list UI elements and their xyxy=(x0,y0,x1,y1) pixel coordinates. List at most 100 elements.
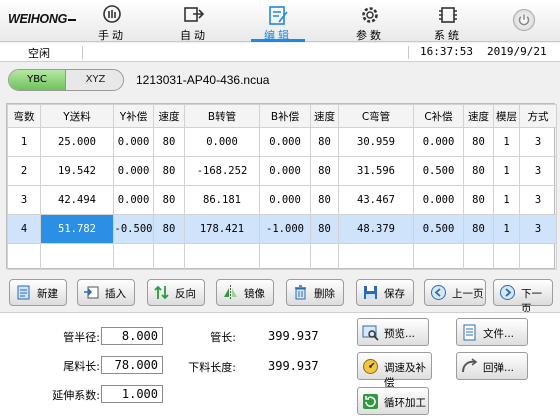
speed-gauge-icon xyxy=(363,359,378,374)
button-label: 循环加工 xyxy=(384,397,426,409)
table-row[interactable]: 1 25.000 0.000 80 0.000 0.000 80 30.959 … xyxy=(7,127,557,157)
table-cell[interactable]: 80 xyxy=(153,127,185,157)
insert-icon xyxy=(84,286,99,299)
table-cell[interactable]: 80 xyxy=(153,156,185,186)
table-cell[interactable]: 4 xyxy=(7,214,41,244)
mode-option-ybc[interactable]: YBC xyxy=(9,70,66,90)
table-cell[interactable]: 31.596 xyxy=(338,156,414,186)
speed-compensation-button[interactable]: 调速及补偿 xyxy=(357,352,432,389)
table-cell[interactable]: 48.379 xyxy=(338,214,414,244)
nav-tab-auto[interactable]: 自动 xyxy=(159,0,229,42)
table-cell[interactable]: 19.542 xyxy=(40,156,114,186)
table-cell[interactable]: 80 xyxy=(463,214,494,244)
divider xyxy=(408,46,409,59)
new-button[interactable]: 新建 xyxy=(9,279,67,306)
nav-tab-params[interactable]: 参数 xyxy=(335,0,405,42)
edit-icon xyxy=(269,6,288,25)
table-cell[interactable]: 25.000 xyxy=(40,127,114,157)
table-cell[interactable]: 0.000 xyxy=(413,185,464,215)
table-cell[interactable]: 80 xyxy=(310,214,339,244)
table-cell[interactable]: 0.000 xyxy=(113,185,154,215)
nav-tab-label: 手动 xyxy=(98,29,126,42)
nav-tab-label: 参数 xyxy=(356,29,384,42)
springback-button[interactable]: 回弹... xyxy=(456,352,528,380)
table-cell[interactable]: -168.252 xyxy=(184,156,260,186)
weihong-logo: WEIHONG xyxy=(8,12,77,26)
power-button[interactable] xyxy=(513,9,535,31)
stretch-factor-input[interactable]: 1.000 xyxy=(101,385,163,403)
tube-length-value: 399.937 xyxy=(268,329,319,343)
mirror-icon xyxy=(224,285,237,300)
table-cell[interactable]: 80 xyxy=(310,127,339,157)
table-cell[interactable]: 0.000 xyxy=(184,127,260,157)
table-cell[interactable]: 42.494 xyxy=(40,185,114,215)
prev-page-button[interactable]: 上一页 xyxy=(424,279,486,306)
save-icon xyxy=(364,286,377,299)
loop-icon xyxy=(363,394,378,409)
mode-option-xyz[interactable]: XYZ xyxy=(67,70,123,90)
preview-button[interactable]: 预览... xyxy=(357,318,429,346)
next-page-button[interactable]: 下一页 xyxy=(493,279,553,315)
file-button[interactable]: 文件... xyxy=(456,318,528,346)
table-cell[interactable]: 0.000 xyxy=(413,127,464,157)
column-header: C弯管 xyxy=(338,104,414,128)
table-cell[interactable]: 0.000 xyxy=(113,127,154,157)
table-cell[interactable]: 0.000 xyxy=(259,185,311,215)
reverse-icon xyxy=(154,285,169,300)
table-cell[interactable]: 0.500 xyxy=(413,214,464,244)
table-cell[interactable]: 80 xyxy=(310,185,339,215)
table-cell[interactable]: 30.959 xyxy=(338,127,414,157)
top-navigation-bar: WEIHONG 手动 自动 编辑 参数 系统 xyxy=(0,0,560,42)
table-cell[interactable]: 0.000 xyxy=(113,156,154,186)
nav-tab-edit[interactable]: 编辑 xyxy=(243,0,313,42)
button-label: 预览... xyxy=(384,328,416,340)
table-row[interactable]: 3 42.494 0.000 80 86.181 0.000 80 43.467… xyxy=(7,185,557,215)
nav-tab-manual[interactable]: 手动 xyxy=(77,0,147,42)
table-cell[interactable]: 3 xyxy=(519,156,557,186)
reverse-button[interactable]: 反向 xyxy=(147,279,205,306)
table-cell-active[interactable]: 51.782 xyxy=(40,214,114,244)
table-cell[interactable]: 178.421 xyxy=(184,214,260,244)
table-cell[interactable]: 1 xyxy=(493,214,520,244)
table-cell[interactable]: -0.500 xyxy=(113,214,154,244)
loop-process-button[interactable]: 循环加工 xyxy=(357,387,429,415)
tube-length-label: 管长: xyxy=(210,331,236,344)
table-cell[interactable]: 3 xyxy=(519,127,557,157)
table-cell[interactable]: -1.000 xyxy=(259,214,311,244)
table-cell[interactable]: 1 xyxy=(7,127,41,157)
save-button[interactable]: 保存 xyxy=(356,279,414,306)
table-cell[interactable]: 1 xyxy=(493,156,520,186)
tail-length-input[interactable]: 78.000 xyxy=(101,356,163,374)
table-cell[interactable]: 2 xyxy=(7,156,41,186)
nav-tab-system[interactable]: 系统 xyxy=(413,0,483,42)
table-cell[interactable]: 80 xyxy=(463,156,494,186)
table-cell[interactable]: 80 xyxy=(153,214,185,244)
column-header: 速度 xyxy=(153,104,185,128)
table-row-selected[interactable]: 4 51.782 -0.500 80 178.421 -1.000 80 48.… xyxy=(7,214,557,244)
coordinate-mode-toggle[interactable]: YBC XYZ xyxy=(8,69,124,91)
table-row[interactable]: 2 19.542 0.000 80 -168.252 0.000 80 31.5… xyxy=(7,156,557,186)
table-cell[interactable]: 0.000 xyxy=(259,127,311,157)
table-cell[interactable]: 80 xyxy=(153,185,185,215)
table-cell[interactable]: 80 xyxy=(463,127,494,157)
table-row-empty[interactable] xyxy=(7,243,557,270)
table-cell[interactable]: 86.181 xyxy=(184,185,260,215)
table-cell[interactable]: 3 xyxy=(519,214,557,244)
column-header: 速度 xyxy=(310,104,339,128)
tube-radius-input[interactable]: 8.000 xyxy=(101,327,163,345)
mirror-button[interactable]: 镜像 xyxy=(216,279,274,306)
hand-icon xyxy=(103,5,121,23)
table-cell[interactable]: 80 xyxy=(463,185,494,215)
table-cell[interactable]: 1 xyxy=(493,185,520,215)
table-cell[interactable]: 80 xyxy=(310,156,339,186)
table-cell[interactable]: 3 xyxy=(7,185,41,215)
table-cell[interactable]: 3 xyxy=(519,185,557,215)
table-cell[interactable]: 43.467 xyxy=(338,185,414,215)
column-header: Y送料 xyxy=(40,104,114,128)
insert-button[interactable]: 插入 xyxy=(77,279,135,306)
table-cell[interactable]: 1 xyxy=(493,127,520,157)
delete-button[interactable]: 删除 xyxy=(286,279,344,306)
button-label: 镜像 xyxy=(244,288,265,300)
table-cell[interactable]: 0.000 xyxy=(259,156,311,186)
table-cell[interactable]: 0.500 xyxy=(413,156,464,186)
